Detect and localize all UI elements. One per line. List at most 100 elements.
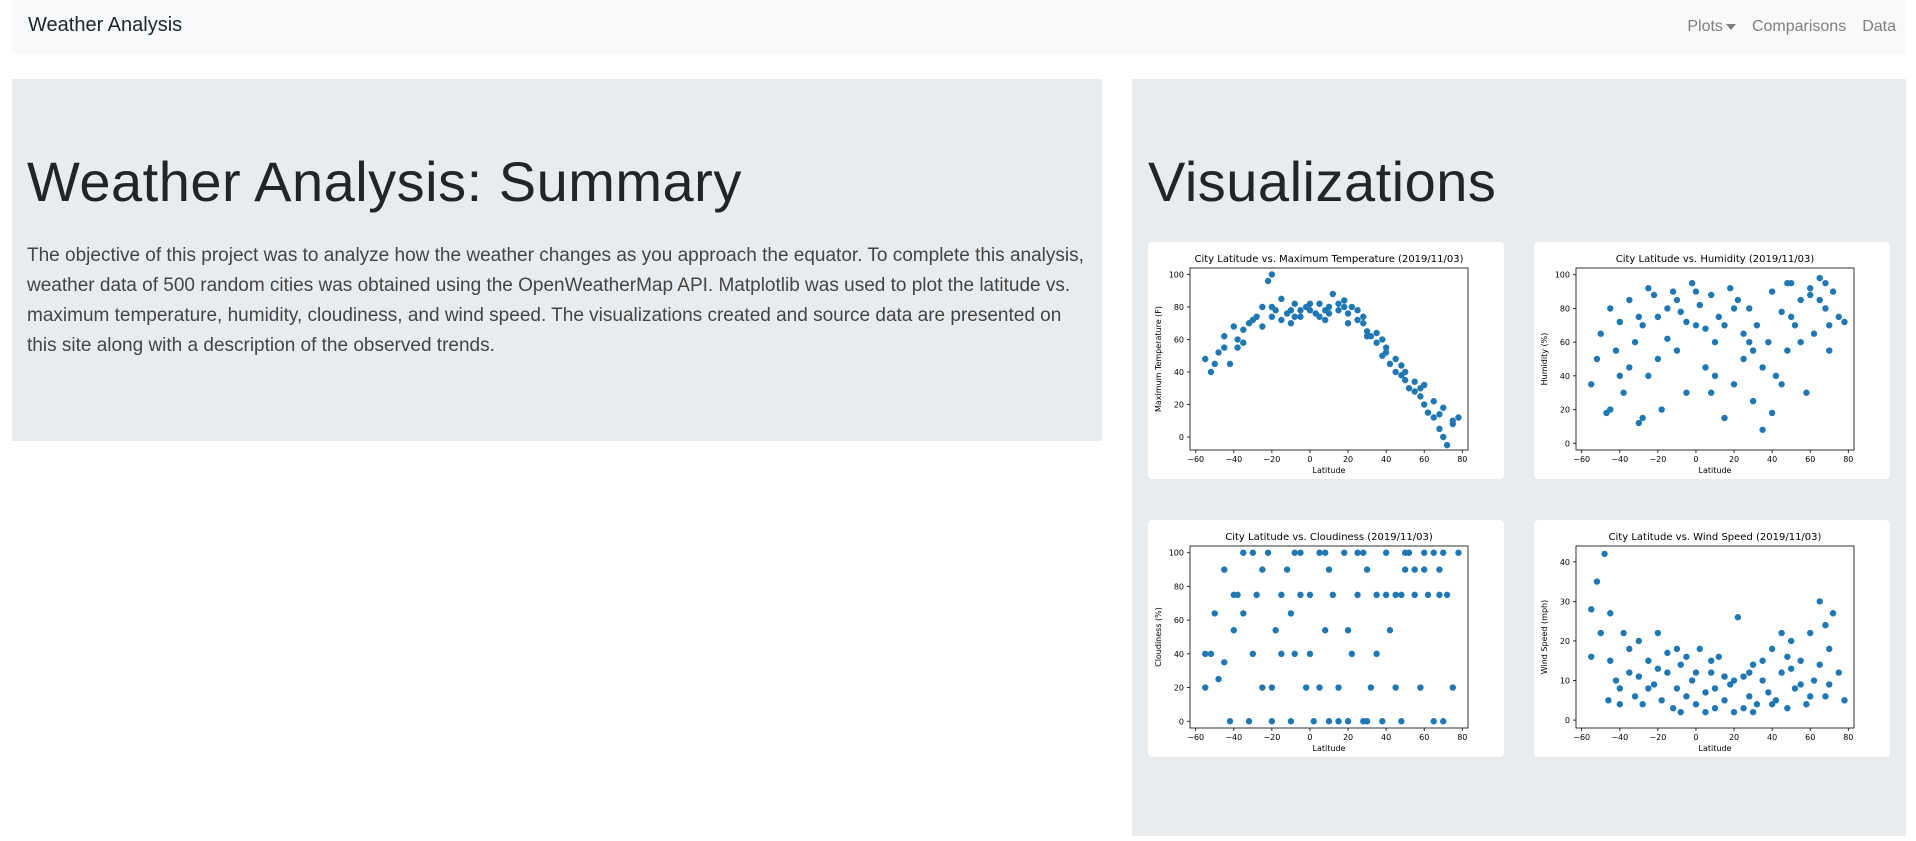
scatter-point [1707,389,1715,396]
scatter-point [1787,637,1795,645]
nav-comparisons[interactable]: Comparisons [1752,18,1846,36]
y-axis-label: Maximum Temperature (F) [1154,306,1163,412]
scatter-point [1797,338,1804,346]
scatter-point [1287,610,1295,617]
scatter-point [1683,389,1690,396]
scatter-point [1392,368,1399,376]
scatter-point [1841,318,1848,326]
scatter-point [1344,627,1352,634]
scatter-point [1373,591,1380,599]
y-tick-label: 20 [1560,406,1570,415]
scatter-point [1341,303,1348,311]
plot-card-humidity[interactable]: City Latitude vs. Humidity (2019/11/03) −… [1534,242,1890,479]
scatter-point [1379,336,1386,343]
scatter-point [1645,372,1652,380]
y-tick-label: 40 [1560,372,1570,381]
scatter-point [1268,271,1276,278]
scatter-point [1321,316,1329,324]
nav-data[interactable]: Data [1862,18,1896,36]
scatter-point [1765,689,1772,696]
x-tick-label: −60 [1187,733,1204,742]
scatter-point [1455,414,1462,421]
scatter-point [1635,673,1643,680]
scatter-point [1803,389,1810,396]
scatter-point [1829,288,1837,295]
x-tick-label: 20 [1343,733,1353,742]
scatter-point [1316,313,1323,320]
scatter-point [1443,441,1451,449]
scatter-point [1803,701,1810,708]
scatter-point [1211,610,1218,617]
scatter-point [1734,296,1742,304]
scatter-point [1226,360,1234,368]
y-tick-label: 0 [1565,716,1570,725]
scatter-point [1401,376,1409,384]
scatter-point [1392,591,1399,599]
scatter-point [1765,338,1772,346]
plot-card-max-temp[interactable]: City Latitude vs. Maximum Temperature (2… [1148,242,1504,479]
scatter-point [1321,307,1329,314]
scatter-point [1440,718,1447,725]
scatter-point [1278,295,1285,303]
scatter-point [1316,549,1323,556]
scatter-point [1677,661,1684,668]
plot-card-wind-speed[interactable]: City Latitude vs. Wind Speed (2019/11/03… [1534,520,1890,757]
scatter-point [1440,404,1447,411]
scatter-point [1753,322,1761,329]
scatter-point [1807,629,1814,637]
x-tick-label: 0 [1693,733,1698,742]
x-axis-label: Latitude [1699,744,1732,753]
scatter-point [1386,360,1394,368]
scatter-point [1588,381,1595,388]
scatter-point [1696,645,1703,653]
visualizations-title: Visualizations [1148,150,1497,213]
caret-down-icon [1725,23,1736,30]
scatter-point [1306,307,1314,314]
scatter-point [1593,355,1601,363]
plot-card-cloudiness[interactable]: City Latitude vs. Cloudiness (2019/11/03… [1148,520,1504,757]
y-tick-label: 0 [1565,439,1570,448]
nav-plots-dropdown[interactable]: Plots [1687,18,1736,36]
scatter-point [1360,549,1367,556]
scatter-point [1601,550,1608,558]
scatter-point [1797,296,1804,304]
y-tick-label: 0 [1179,433,1184,442]
scatter-point [1297,591,1304,599]
scatter-point [1291,549,1298,556]
scatter-point [1245,718,1253,725]
wind-speed-scatter: City Latitude vs. Wind Speed (2019/11/03… [1540,532,1855,753]
x-tick-label: 0 [1307,455,1312,464]
y-axis-label: Cloudiness (%) [1154,607,1163,667]
x-tick-label: 60 [1419,455,1429,464]
scatter-point [1607,305,1614,312]
y-axis-label: Humidity (%) [1540,333,1549,386]
scatter-point [1626,645,1633,653]
scatter-point [1249,316,1257,324]
scatter-point [1826,322,1833,329]
scatter-point [1297,313,1304,320]
x-axis-label: Latitude [1699,466,1732,475]
scatter-point [1688,677,1696,684]
scatter-point [1740,705,1747,712]
scatter-point [1797,657,1804,664]
scatter-point [1778,629,1785,637]
scatter-point [1749,708,1757,716]
scatter-point [1707,291,1715,299]
brand-link[interactable]: Weather Analysis [28,14,182,37]
y-tick-label: 100 [1555,271,1570,280]
y-tick-label: 60 [1560,338,1570,347]
scatter-point [1707,669,1715,676]
x-tick-label: −20 [1263,455,1280,464]
scatter-point [1734,614,1742,621]
scatter-point [1234,344,1241,351]
scatter-point [1316,300,1323,307]
scatter-point [1291,300,1298,307]
scatter-point [1310,718,1317,725]
scatter-point [1826,347,1833,354]
summary-title: Weather Analysis: Summary [27,150,742,213]
scatter-point [1360,313,1367,320]
scatter-point [1202,355,1209,363]
scatter-point [1616,372,1623,380]
scatter-point [1746,338,1753,346]
scatter-point [1692,288,1700,295]
